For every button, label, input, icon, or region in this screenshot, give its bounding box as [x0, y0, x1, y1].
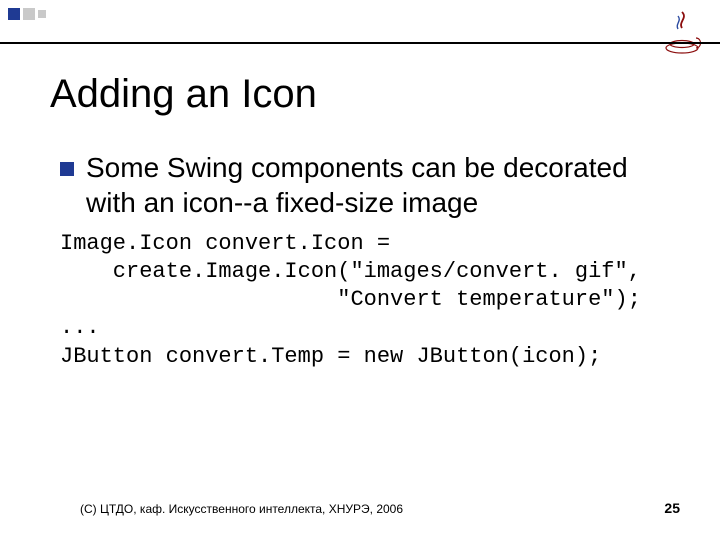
bullet-item: Some Swing components can be decorated w…: [60, 150, 680, 220]
java-logo-icon: [660, 8, 704, 56]
copyright-text: (С) ЦТДО, каф. Искусственного интеллекта…: [80, 502, 403, 516]
slide-title: Adding an Icon: [50, 72, 317, 117]
slide-body: Some Swing components can be decorated w…: [60, 150, 680, 371]
bullet-text: Some Swing components can be decorated w…: [86, 150, 680, 220]
bullet-icon: [60, 162, 74, 176]
footer: (С) ЦТДО, каф. Искусственного интеллекта…: [80, 500, 680, 516]
square-icon: [38, 10, 46, 18]
slide: Adding an Icon Some Swing components can…: [0, 0, 720, 540]
square-icon: [8, 8, 20, 20]
code-block: Image.Icon convert.Icon = create.Image.I…: [60, 230, 680, 371]
corner-decoration: [8, 8, 46, 20]
square-icon: [23, 8, 35, 20]
page-number: 25: [664, 500, 680, 516]
divider: [0, 42, 720, 44]
